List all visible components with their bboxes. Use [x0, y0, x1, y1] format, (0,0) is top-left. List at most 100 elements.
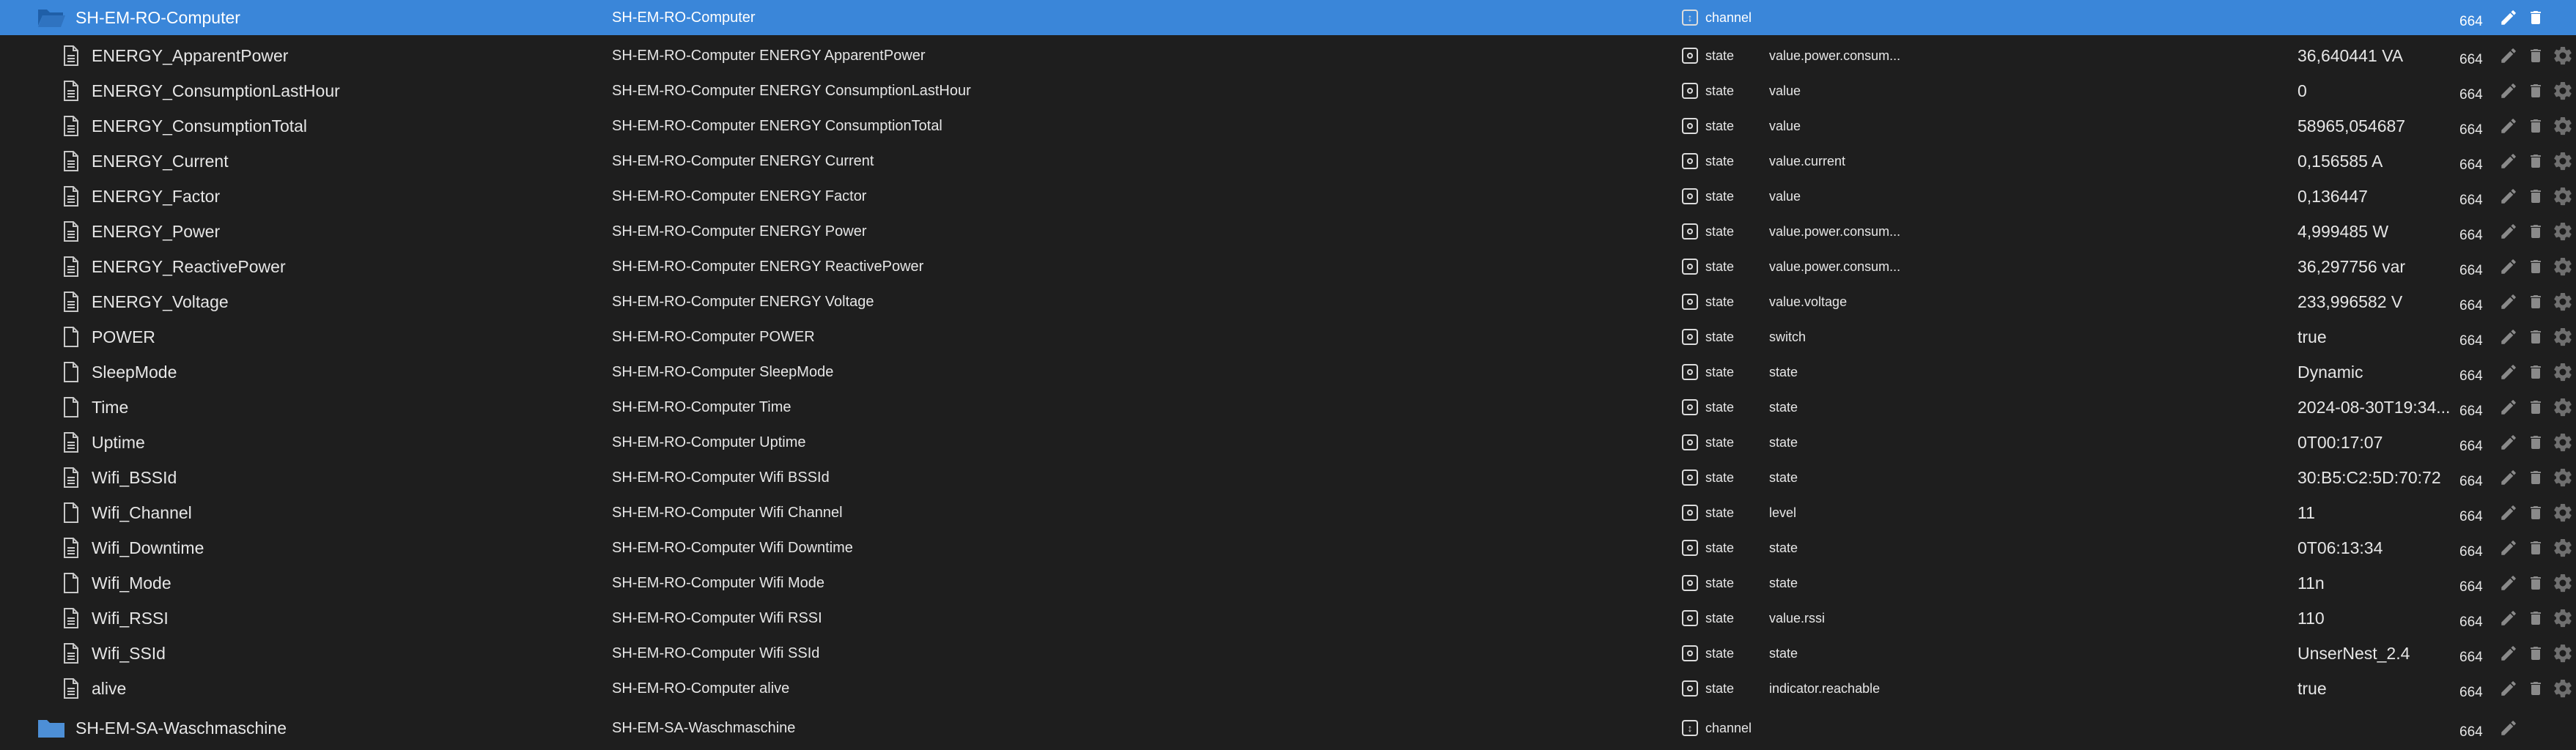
pencil-icon[interactable] [2495, 530, 2522, 565]
tree-row-energy-power[interactable]: ENERGY_Power SH-EM-RO-Computer ENERGY Po… [0, 214, 2576, 249]
trash-icon[interactable] [2524, 671, 2547, 706]
pencil-icon[interactable] [2495, 179, 2522, 214]
trash-icon[interactable] [2524, 390, 2547, 425]
object-value[interactable]: UnserNest_2.4 [2298, 636, 2455, 671]
object-value[interactable]: true [2298, 319, 2455, 354]
pencil-icon[interactable] [2495, 495, 2522, 530]
object-value[interactable]: 11n [2298, 565, 2455, 601]
trash-icon[interactable] [2524, 249, 2547, 284]
tree-row-energy-current[interactable]: ENERGY_Current SH-EM-RO-Computer ENERGY … [0, 144, 2576, 179]
gear-icon[interactable] [2550, 214, 2576, 249]
object-value[interactable]: 0,136447 [2298, 179, 2455, 214]
gear-icon[interactable] [2550, 601, 2576, 636]
gear-icon[interactable] [2550, 144, 2576, 179]
object-value[interactable]: 0,156585 A [2298, 144, 2455, 179]
pencil-icon[interactable] [2495, 214, 2522, 249]
gear-icon[interactable] [2550, 565, 2576, 601]
trash-icon[interactable] [2524, 636, 2547, 671]
pencil-icon[interactable] [2495, 144, 2522, 179]
gear-icon[interactable] [2550, 108, 2576, 144]
gear-icon[interactable] [2550, 73, 2576, 108]
pencil-icon[interactable] [2495, 319, 2522, 354]
pencil-icon[interactable] [2495, 671, 2522, 706]
folder-icon[interactable] [35, 710, 67, 746]
tree-row-wifi-bssid[interactable]: Wifi_BSSId SH-EM-RO-Computer Wifi BSSId … [0, 460, 2576, 495]
trash-icon[interactable] [2524, 460, 2547, 495]
gear-icon[interactable] [2550, 284, 2576, 319]
pencil-icon[interactable] [2495, 460, 2522, 495]
object-value[interactable]: 4,999485 W [2298, 214, 2455, 249]
trash-icon[interactable] [2524, 425, 2547, 460]
gear-icon[interactable] [2550, 354, 2576, 390]
tree-row-channel-selected[interactable]: SH-EM-RO-Computer SH-EM-RO-Computer ↕ ch… [0, 0, 2576, 35]
object-value[interactable]: 2024-08-30T19:34... [2298, 390, 2455, 425]
trash-icon[interactable] [2524, 144, 2547, 179]
tree-row-energy-consumptiontotal[interactable]: ENERGY_ConsumptionTotal SH-EM-RO-Compute… [0, 108, 2576, 144]
trash-icon[interactable] [2524, 530, 2547, 565]
object-value[interactable]: 36,297756 var [2298, 249, 2455, 284]
tree-row-energy-factor[interactable]: ENERGY_Factor SH-EM-RO-Computer ENERGY F… [0, 179, 2576, 214]
pencil-icon[interactable] [2495, 601, 2522, 636]
trash-icon[interactable] [2524, 319, 2547, 354]
object-value[interactable]: Dynamic [2298, 354, 2455, 390]
tree-row-channel-next[interactable]: SH-EM-SA-Waschmaschine SH-EM-SA-Waschmas… [0, 710, 2576, 740]
trash-icon[interactable] [2524, 495, 2547, 530]
trash-icon[interactable] [2524, 284, 2547, 319]
object-value[interactable]: true [2298, 671, 2455, 706]
object-value[interactable]: 0T00:17:07 [2298, 425, 2455, 460]
pencil-icon[interactable] [2495, 108, 2522, 144]
folder-open-icon[interactable] [35, 0, 67, 35]
gear-icon[interactable] [2550, 425, 2576, 460]
gear-icon[interactable] [2550, 530, 2576, 565]
pencil-icon[interactable] [2495, 249, 2522, 284]
tree-row-energy-apparentpower[interactable]: ENERGY_ApparentPower SH-EM-RO-Computer E… [0, 38, 2576, 73]
trash-icon[interactable] [2524, 108, 2547, 144]
trash-icon[interactable] [2524, 179, 2547, 214]
gear-icon[interactable] [2550, 38, 2576, 73]
object-value[interactable]: 0T06:13:34 [2298, 530, 2455, 565]
trash-icon[interactable] [2524, 38, 2547, 73]
pencil-icon[interactable] [2495, 284, 2522, 319]
trash-icon[interactable] [2524, 354, 2547, 390]
pencil-icon[interactable] [2495, 354, 2522, 390]
gear-icon[interactable] [2550, 495, 2576, 530]
object-value[interactable]: 36,640441 VA [2298, 38, 2455, 73]
tree-row-wifi-rssi[interactable]: Wifi_RSSI SH-EM-RO-Computer Wifi RSSI st… [0, 601, 2576, 636]
tree-row-sleepmode[interactable]: SleepMode SH-EM-RO-Computer SleepMode st… [0, 354, 2576, 390]
pencil-icon[interactable] [2495, 390, 2522, 425]
object-value[interactable]: 110 [2298, 601, 2455, 636]
pencil-icon[interactable] [2495, 636, 2522, 671]
pencil-icon[interactable] [2495, 425, 2522, 460]
pencil-icon[interactable] [2495, 38, 2522, 73]
tree-row-wifi-ssid[interactable]: Wifi_SSId SH-EM-RO-Computer Wifi SSId st… [0, 636, 2576, 671]
tree-row-energy-reactivepower[interactable]: ENERGY_ReactivePower SH-EM-RO-Computer E… [0, 249, 2576, 284]
trash-icon[interactable] [2524, 73, 2547, 108]
tree-row-wifi-channel[interactable]: Wifi_Channel SH-EM-RO-Computer Wifi Chan… [0, 495, 2576, 530]
tree-row-energy-voltage[interactable]: ENERGY_Voltage SH-EM-RO-Computer ENERGY … [0, 284, 2576, 319]
pencil-icon[interactable] [2495, 710, 2522, 746]
trash-icon[interactable] [2524, 214, 2547, 249]
trash-icon[interactable] [2524, 565, 2547, 601]
pencil-icon[interactable] [2495, 565, 2522, 601]
tree-row-uptime[interactable]: Uptime SH-EM-RO-Computer Uptime state st… [0, 425, 2576, 460]
gear-icon[interactable] [2550, 319, 2576, 354]
gear-icon[interactable] [2550, 390, 2576, 425]
trash-icon[interactable] [2524, 0, 2547, 35]
tree-row-time[interactable]: Time SH-EM-RO-Computer Time state state … [0, 390, 2576, 425]
gear-icon[interactable] [2550, 636, 2576, 671]
object-value[interactable]: 58965,054687 [2298, 108, 2455, 144]
pencil-icon[interactable] [2495, 73, 2522, 108]
object-value[interactable]: 11 [2298, 495, 2455, 530]
gear-icon[interactable] [2550, 671, 2576, 706]
pencil-icon[interactable] [2495, 0, 2522, 35]
object-value[interactable]: 233,996582 V [2298, 284, 2455, 319]
tree-row-wifi-mode[interactable]: Wifi_Mode SH-EM-RO-Computer Wifi Mode st… [0, 565, 2576, 601]
gear-icon[interactable] [2550, 179, 2576, 214]
object-value[interactable]: 0 [2298, 73, 2455, 108]
tree-row-wifi-downtime[interactable]: Wifi_Downtime SH-EM-RO-Computer Wifi Dow… [0, 530, 2576, 565]
trash-icon[interactable] [2524, 601, 2547, 636]
tree-row-power[interactable]: POWER SH-EM-RO-Computer POWER state swit… [0, 319, 2576, 354]
tree-row-alive[interactable]: alive SH-EM-RO-Computer alive state indi… [0, 671, 2576, 706]
gear-icon[interactable] [2550, 249, 2576, 284]
gear-icon[interactable] [2550, 460, 2576, 495]
